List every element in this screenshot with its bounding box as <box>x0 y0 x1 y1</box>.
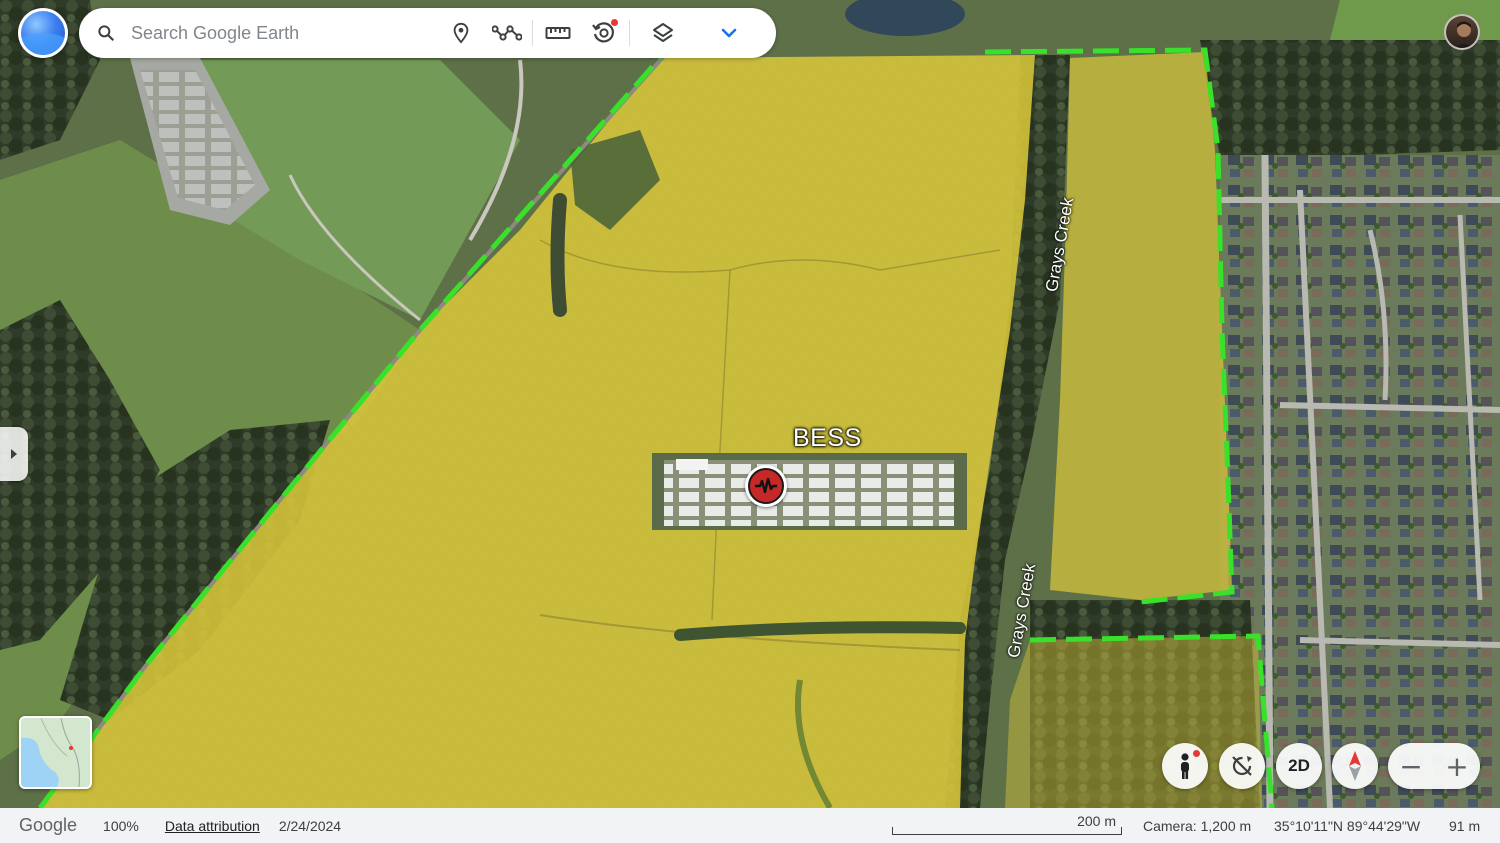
chevron-down-icon <box>721 28 737 38</box>
zoom-controls: − + <box>1388 743 1480 789</box>
notification-dot <box>611 19 618 26</box>
toolbar-divider <box>629 20 630 46</box>
elevation: 91 m <box>1449 818 1481 834</box>
camera-altitude: Camera: 1,200 m <box>1143 818 1252 834</box>
ruler-icon <box>545 27 571 39</box>
google-earth-logo[interactable] <box>18 8 68 58</box>
search-toolbar <box>79 8 776 58</box>
search-input[interactable] <box>131 22 411 44</box>
earth-viewport[interactable]: BESS Grays Creek Grays Creek Search Goog… <box>0 0 1500 843</box>
pin-icon <box>453 22 469 44</box>
side-panel-toggle[interactable] <box>0 427 28 481</box>
notification-dot <box>1193 750 1200 757</box>
zoom-percentage: 100% <box>103 817 139 834</box>
bess-placemark-icon[interactable] <box>745 465 787 507</box>
bess-label: BESS <box>793 424 862 452</box>
path-icon <box>492 25 522 41</box>
expand-toolbar-button[interactable] <box>706 10 752 56</box>
toggle-2d-button[interactable]: 2D <box>1276 743 1322 789</box>
rotate-off-icon <box>1232 756 1252 776</box>
scale-line <box>892 827 1122 835</box>
draw-path-button[interactable] <box>484 10 530 56</box>
cursor-coordinates: 35°10'11"N 89°44'29"W <box>1274 818 1421 834</box>
reset-tilt-button[interactable] <box>1219 743 1265 789</box>
view-2d-label: 2D <box>1288 756 1310 775</box>
layers-icon <box>653 23 673 42</box>
historical-imagery-button[interactable] <box>581 10 627 56</box>
satellite-map[interactable] <box>0 0 1500 808</box>
overview-minimap[interactable] <box>19 716 92 789</box>
compass-button[interactable] <box>1332 743 1378 789</box>
google-logo: Google <box>19 815 78 835</box>
toolbar-divider <box>532 20 533 46</box>
imagery-date: 2/24/2024 <box>278 817 342 834</box>
search-field[interactable] <box>81 10 427 56</box>
scale-bar: 200 m <box>892 812 1124 838</box>
search-icon[interactable] <box>81 10 131 56</box>
pegman-icon <box>1181 753 1189 779</box>
zoom-out-button[interactable]: − <box>1388 743 1434 789</box>
street-view-button[interactable] <box>1162 743 1208 789</box>
zoom-in-button[interactable]: + <box>1434 743 1480 789</box>
data-attribution-link[interactable]: Data attribution <box>165 818 260 834</box>
layers-button[interactable] <box>640 10 686 56</box>
chevron-right-icon <box>11 449 17 459</box>
account-avatar[interactable] <box>1444 14 1480 50</box>
measure-button[interactable] <box>535 10 581 56</box>
placemark-button[interactable] <box>438 10 484 56</box>
compass-icon <box>1349 751 1361 781</box>
status-bar: Google 100% Data attribution 2/24/2024 2… <box>0 808 1500 843</box>
